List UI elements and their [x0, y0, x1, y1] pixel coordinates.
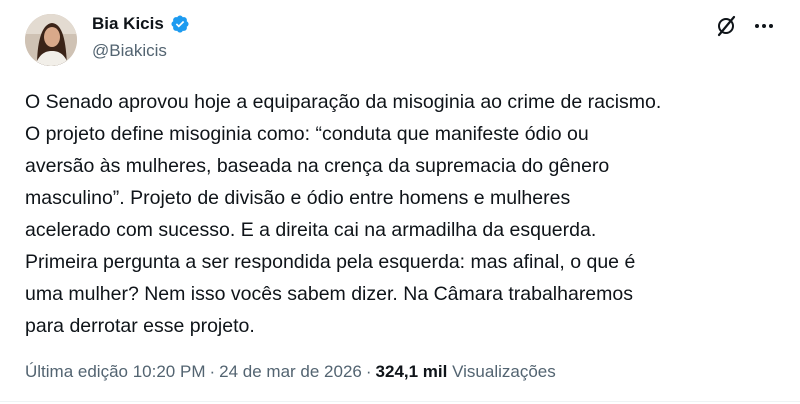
avatar[interactable] [25, 14, 77, 66]
author-name[interactable]: Bia Kicis [92, 14, 164, 34]
edited-timestamp-link[interactable]: Última edição 10:20 PM [25, 362, 205, 381]
verified-badge-icon [170, 14, 190, 34]
more-options-icon[interactable] [752, 14, 776, 38]
divider [0, 401, 800, 402]
author-handle[interactable]: @Biakicis [92, 41, 167, 61]
views-label[interactable]: Visualizações [452, 362, 556, 381]
avatar-image [25, 14, 77, 66]
views-count[interactable]: 324,1 mil [376, 362, 448, 381]
post-date-link[interactable]: 24 de mar de 2026 [219, 362, 362, 381]
author-name-row: Bia Kicis [92, 14, 190, 34]
tweet: Bia Kicis @Biakicis O Senado aprovou hoj… [0, 0, 800, 404]
grok-icon[interactable] [715, 14, 739, 38]
meta-separator: · [209, 362, 216, 381]
post-meta: Última edição 10:20 PM · 24 de mar de 2026… [25, 362, 556, 382]
meta-separator: · [365, 362, 372, 381]
post-text: O Senado aprovou hoje a equiparação da m… [25, 91, 662, 337]
